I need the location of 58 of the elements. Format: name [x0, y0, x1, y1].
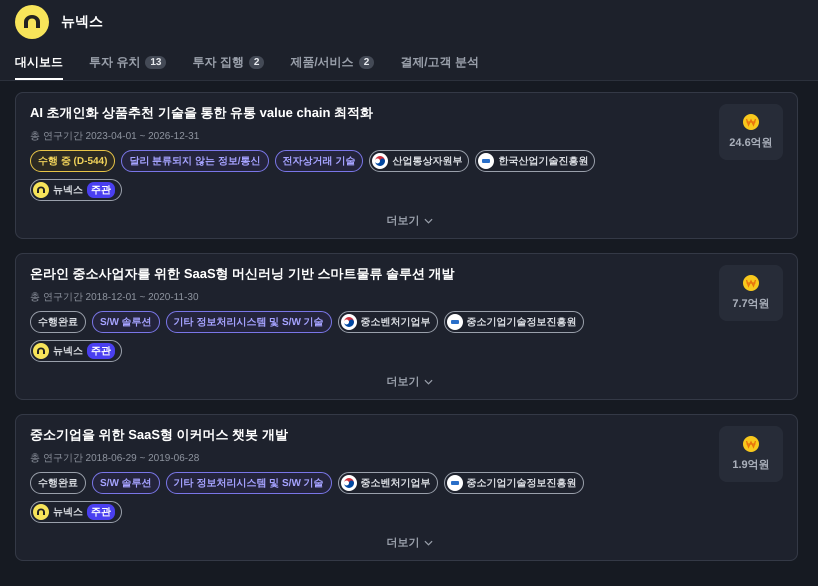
research-period: 총 연구기간 2018-06-29 ~ 2019-06-28: [30, 452, 200, 465]
company-name: 뉴넥스: [61, 13, 103, 31]
organization-name: 중소기업기술정보진흥원: [466, 316, 577, 329]
won-coin-icon: [743, 275, 759, 291]
agency-logo-icon: [478, 153, 494, 169]
role-badge: 주관: [87, 182, 115, 198]
tab[interactable]: 결제/고객 분석: [400, 51, 479, 80]
chevron-down-icon: [424, 218, 432, 224]
category-tag: 전자상거래 기술: [274, 150, 364, 172]
organization-name: 산업통상자원부: [392, 155, 462, 168]
category-tag: S/W 솔루션: [92, 311, 160, 333]
company-logo-icon: [33, 504, 49, 520]
tab[interactable]: 투자 집행 2: [192, 51, 264, 80]
status-tag: 수행 중 (D-544): [30, 150, 116, 172]
project-title: AI 초개인화 상품추천 기술을 통한 유통 value chain 최적화: [30, 104, 374, 122]
category-tag: S/W 솔루션: [92, 472, 160, 494]
company-logo-icon: [15, 5, 49, 39]
tab[interactable]: 제품/서비스 2: [290, 51, 374, 80]
organization-name: 중소벤처기업부: [360, 316, 431, 329]
project-title: 온라인 중소사업자를 위한 SaaS형 머신러닝 기반 스마트물류 솔루션 개발: [30, 265, 456, 283]
more-button[interactable]: 더보기: [382, 533, 436, 552]
organization-name: 한국산업기술진흥원: [498, 155, 588, 168]
chevron-down-icon: [424, 378, 432, 384]
count-badge: 2: [248, 56, 264, 69]
organization-name: 뉴넥스: [53, 345, 83, 358]
amount-value: 1.9억원: [732, 458, 770, 472]
research-period: 총 연구기간 2023-04-01 ~ 2026-12-31: [30, 130, 200, 143]
category-tag: 달리 분류되지 않는 정보/통신: [121, 150, 269, 172]
emblem-icon: [340, 314, 357, 330]
category-tag: 기타 정보처리시스템 및 S/W 기술: [166, 311, 332, 333]
won-coin-icon: [743, 114, 759, 130]
role-badge: 주관: [87, 343, 115, 359]
organization-name: 중소기업기술정보진흥원: [466, 477, 577, 490]
emblem-icon: [372, 153, 388, 169]
role-badge: 주관: [87, 504, 115, 520]
amount-value: 7.7억원: [732, 297, 770, 311]
organization-name: 중소벤처기업부: [360, 477, 431, 490]
tab[interactable]: 투자 유치 13: [89, 51, 166, 80]
tab[interactable]: 대시보드: [15, 51, 63, 80]
company-logo-icon: [33, 343, 49, 359]
more-button[interactable]: 더보기: [382, 372, 436, 391]
research-period: 총 연구기간 2018-12-01 ~ 2020-11-30: [30, 291, 200, 304]
emblem-icon: [340, 475, 357, 491]
count-badge: 13: [145, 56, 166, 69]
agency-logo-icon: [446, 475, 463, 491]
count-badge: 2: [358, 56, 374, 69]
organization-name: 뉴넥스: [53, 506, 83, 519]
chevron-down-icon: [424, 540, 432, 546]
more-button[interactable]: 더보기: [382, 211, 436, 230]
agency-logo-icon: [446, 314, 463, 330]
organization-name: 뉴넥스: [53, 184, 83, 197]
amount-value: 24.6억원: [729, 136, 773, 150]
project-title: 중소기업을 위한 SaaS형 이커머스 챗봇 개발: [30, 426, 289, 444]
status-tag: 수행완료: [30, 311, 86, 333]
company-logo-icon: [33, 182, 49, 198]
won-coin-icon: [743, 436, 759, 452]
status-tag: 수행완료: [30, 472, 86, 494]
category-tag: 기타 정보처리시스템 및 S/W 기술: [166, 472, 332, 494]
